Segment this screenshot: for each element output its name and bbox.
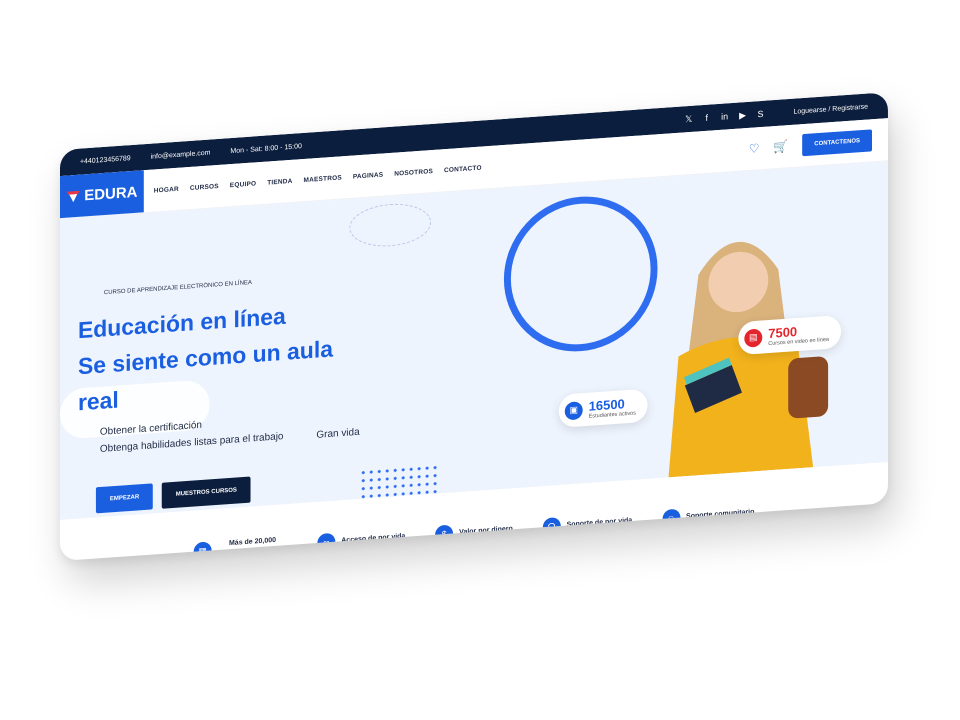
start-button[interactable]: EMPEZAR — [95, 483, 154, 514]
youtube-icon[interactable]: ▶ — [738, 110, 748, 121]
menu-item-cursos[interactable]: CURSOS — [190, 182, 219, 191]
students-icon: ▣ — [564, 400, 583, 420]
logo[interactable]: EDURA — [60, 170, 144, 219]
main-menu: HOGAR CURSOS EQUIPO TIENDA MAESTROS PAGI… — [154, 164, 482, 194]
brand-name: EDURA — [84, 183, 138, 204]
menu-item-hogar[interactable]: HOGAR — [154, 185, 179, 194]
logo-mark-icon — [66, 189, 80, 204]
headset-icon: ☊ — [542, 516, 561, 537]
courses-button[interactable]: MUESTROS CURSOS — [161, 476, 251, 509]
infinity-icon: ∞ — [317, 532, 336, 553]
phone-number[interactable]: +440123456789 — [80, 155, 131, 166]
feature-courses: ▦ Más de 20,000 cursos en línea — [193, 535, 288, 561]
login-register-link[interactable]: Loguearse / Registrarse — [793, 103, 868, 115]
email-link[interactable]: info@example.com — [151, 149, 211, 160]
menu-item-nosotros[interactable]: NOSOTROS — [394, 168, 433, 178]
community-icon: ☺ — [662, 508, 681, 528]
bullet-great-life: Gran vida — [316, 426, 360, 441]
feature-label: Acceso de por vida — [341, 532, 406, 545]
feature-value: $ Valor por dinero — [435, 520, 513, 544]
decorative-ring — [503, 191, 658, 357]
hero-title: Educación en línea Se siente como un aul… — [78, 290, 397, 421]
book-icon: ▦ — [193, 541, 212, 561]
menu-item-tienda[interactable]: TIENDA — [267, 177, 292, 186]
wishlist-heart-icon[interactable]: ♡ — [749, 141, 760, 156]
facebook-icon[interactable]: f — [702, 112, 712, 123]
opening-hours: Mon - Sat: 8:00 - 15:00 — [230, 142, 302, 155]
menu-item-contacto[interactable]: CONTACTO — [444, 164, 482, 174]
contact-button[interactable]: CONTACTENOS — [802, 129, 873, 157]
menu-item-equipo[interactable]: EQUIPO — [230, 180, 256, 189]
money-bag-icon: $ — [435, 524, 454, 544]
feature-lifetime-support: ☊ Soporte de por vida — [542, 512, 633, 537]
feature-label: Soporte comunitario — [686, 508, 755, 521]
hero-tagline: CURSO DE APRENDIZAJE ELECTRÓNICO EN LÍNE… — [103, 279, 252, 297]
skype-icon[interactable]: S — [756, 109, 766, 120]
decorative-waves — [349, 201, 432, 250]
feature-label: Valor por dinero — [459, 525, 513, 537]
menu-item-maestros[interactable]: MAESTROS — [304, 174, 342, 184]
linkedin-icon[interactable]: in — [720, 111, 730, 122]
cart-icon[interactable]: 🛒 — [773, 139, 788, 154]
video-course-icon: ▤ — [744, 327, 763, 348]
menu-item-paginas[interactable]: PAGINAS — [353, 171, 383, 180]
feature-community-support: ☺ Soporte comunitario — [662, 503, 755, 528]
feature-label: Más de 20,000 cursos en línea — [227, 536, 278, 558]
hero-section: CURSO DE APRENDIZAJE ELECTRÓNICO EN LÍNE… — [60, 161, 888, 520]
active-students-badge: ▣ 16500 Estudiantes activos — [558, 388, 648, 428]
x-icon[interactable]: 𝕏 — [684, 114, 694, 125]
website-screenshot-card: +440123456789 info@example.com Mon - Sat… — [60, 92, 888, 562]
feature-lifetime-access: ∞ Acceso de por vida — [317, 528, 406, 553]
feature-label: Soporte de por vida — [566, 516, 633, 529]
